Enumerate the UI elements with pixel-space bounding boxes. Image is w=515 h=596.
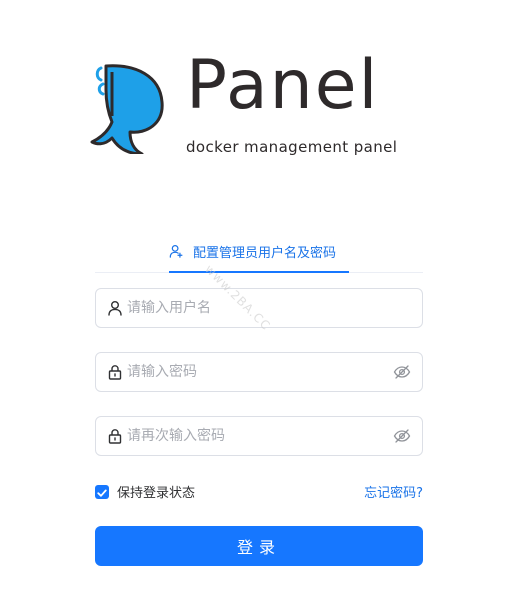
remember-me-label: 保持登录状态 [117,486,196,501]
whale-logo-icon [90,64,164,154]
tab-active-indicator [169,271,349,273]
eye-off-icon[interactable] [393,428,411,444]
user-icon [108,301,122,316]
tab-bar: 配置管理员用户名及密码 [95,232,423,273]
password-input[interactable] [127,353,387,391]
logo-wordmark: Panel [186,46,380,125]
logo-tagline: docker management panel [186,138,398,156]
login-options: 保持登录状态 忘记密码? [95,480,423,502]
password-field[interactable] [95,352,423,392]
lock-icon [108,429,122,444]
tab-configure-admin[interactable]: 配置管理员用户名及密码 [169,232,349,270]
checkbox-checked[interactable] [95,484,109,499]
confirm-password-input[interactable] [127,417,387,455]
login-button[interactable]: 登录 [95,526,423,566]
remember-me-checkbox[interactable]: 保持登录状态 [95,482,195,501]
forgot-password-link[interactable]: 忘记密码? [364,482,423,501]
check-icon [97,489,107,497]
lock-icon [108,365,122,380]
eye-off-icon[interactable] [393,364,411,380]
user-plus-icon [169,244,183,258]
tab-label: 配置管理员用户名及密码 [193,245,337,261]
confirm-password-field[interactable] [95,416,423,456]
logo: Panel docker management panel [90,52,420,158]
